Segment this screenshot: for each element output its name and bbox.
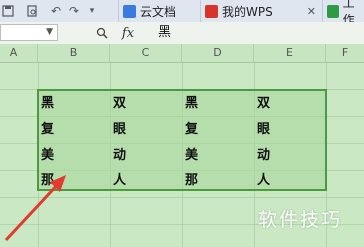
redo-icon[interactable]: ↷ <box>66 3 82 19</box>
title-bar: ↶ ↷ ▾ 云文档 我的WPS ✕ 工作 <box>0 0 364 27</box>
column-header-c[interactable]: C <box>110 44 182 62</box>
tab-label: 我的WPS <box>222 4 273 19</box>
wps-logo-icon <box>205 4 218 18</box>
save-icon[interactable] <box>0 3 16 19</box>
quick-access-dropdown-icon[interactable]: ▾ <box>84 3 100 19</box>
column-header-f[interactable]: F <box>326 44 364 62</box>
formula-bar: ▼ fx <box>0 22 364 45</box>
tab-my-wps[interactable]: 我的WPS ✕ <box>200 0 322 22</box>
zoom-search-icon[interactable] <box>94 24 110 42</box>
column-header-b[interactable]: B <box>38 44 110 62</box>
print-preview-icon[interactable] <box>24 3 40 19</box>
cloud-icon <box>123 4 136 18</box>
sheet-icon <box>327 4 339 18</box>
formula-input[interactable]: 黑 <box>158 22 171 44</box>
chevron-down-icon[interactable]: ▼ <box>46 27 53 37</box>
tab-work[interactable]: 工作 <box>322 0 364 27</box>
column-header-d[interactable]: D <box>182 44 254 62</box>
tab-cloud-docs[interactable]: 云文档 <box>118 0 200 22</box>
column-header-a[interactable]: A <box>0 44 38 62</box>
tab-label: 云文档 <box>140 4 177 19</box>
annotation-arrow-icon <box>4 175 66 242</box>
selection-border <box>37 89 327 191</box>
undo-icon[interactable]: ↶ <box>48 3 64 19</box>
column-header-row: A B C D E F <box>0 44 364 63</box>
name-box[interactable]: ▼ <box>0 24 58 41</box>
watermark: 软件技巧 <box>258 209 343 231</box>
close-icon[interactable]: ✕ <box>307 5 316 18</box>
insert-function-button[interactable]: fx <box>118 24 138 42</box>
column-header-e[interactable]: E <box>254 44 326 62</box>
